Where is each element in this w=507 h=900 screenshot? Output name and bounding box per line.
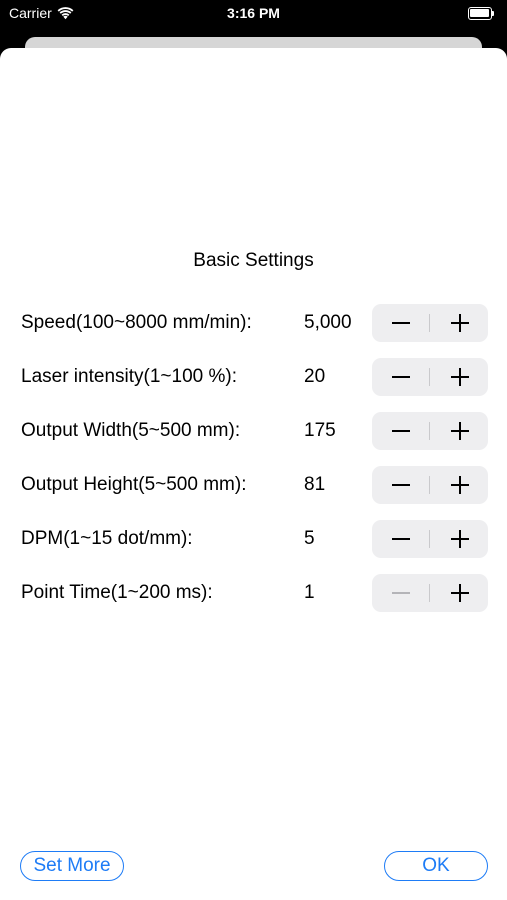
stepper-divider <box>429 476 430 494</box>
minus-icon <box>391 484 410 486</box>
setting-label: Laser intensity(1~100 %): <box>21 366 237 387</box>
increment-button[interactable] <box>431 574 488 612</box>
setting-label: Speed(100~8000 mm/min): <box>21 312 252 333</box>
increment-button[interactable] <box>431 520 488 558</box>
increment-button[interactable] <box>431 412 488 450</box>
decrement-button[interactable] <box>372 412 429 450</box>
setting-row-output-height: Output Height(5~500 mm): 81 <box>0 465 507 505</box>
setting-row-dpm: DPM(1~15 dot/mm): 5 <box>0 519 507 559</box>
increment-button[interactable] <box>431 304 488 342</box>
increment-button[interactable] <box>431 466 488 504</box>
output-width-stepper <box>372 412 488 450</box>
setting-label: DPM(1~15 dot/mm): <box>21 528 193 549</box>
status-time: 3:16 PM <box>227 5 280 21</box>
setting-row-speed: Speed(100~8000 mm/min): 5,000 <box>0 303 507 343</box>
status-bar: Carrier 3:16 PM <box>0 0 507 30</box>
plus-icon <box>450 368 469 386</box>
ok-button[interactable]: OK <box>384 851 488 881</box>
setting-label: Point Time(1~200 ms): <box>21 582 213 603</box>
battery-icon <box>468 7 494 20</box>
laser-intensity-stepper <box>372 358 488 396</box>
decrement-button[interactable] <box>372 466 429 504</box>
setting-value: 1 <box>304 582 315 603</box>
decrement-button[interactable] <box>372 574 429 612</box>
setting-value: 20 <box>304 366 326 387</box>
decrement-button[interactable] <box>372 520 429 558</box>
decrement-button[interactable] <box>372 358 429 396</box>
setting-label: Output Width(5~500 mm): <box>21 420 241 441</box>
minus-icon <box>391 430 410 432</box>
point-time-stepper <box>372 574 488 612</box>
dpm-stepper <box>372 520 488 558</box>
plus-icon <box>450 422 469 440</box>
plus-icon <box>450 584 469 602</box>
plus-icon <box>450 530 469 548</box>
page-title: Basic Settings <box>193 250 314 271</box>
setting-row-output-width: Output Width(5~500 mm): 175 <box>0 411 507 451</box>
set-more-button[interactable]: Set More <box>20 851 124 881</box>
speed-stepper <box>372 304 488 342</box>
minus-icon <box>391 376 410 378</box>
stepper-divider <box>429 368 430 386</box>
stepper-divider <box>429 584 430 602</box>
plus-icon <box>450 314 469 332</box>
minus-icon <box>391 538 410 540</box>
setting-value: 81 <box>304 474 326 495</box>
decrement-button[interactable] <box>372 304 429 342</box>
increment-button[interactable] <box>431 358 488 396</box>
stepper-divider <box>429 530 430 548</box>
stepper-divider <box>429 422 430 440</box>
setting-row-point-time: Point Time(1~200 ms): 1 <box>0 573 507 613</box>
minus-icon <box>391 322 410 324</box>
output-height-stepper <box>372 466 488 504</box>
plus-icon <box>450 476 469 494</box>
stepper-divider <box>429 314 430 332</box>
setting-row-laser-intensity: Laser intensity(1~100 %): 20 <box>0 357 507 397</box>
setting-value: 5,000 <box>304 312 352 333</box>
minus-icon <box>391 592 410 594</box>
setting-value: 5 <box>304 528 315 549</box>
setting-label: Output Height(5~500 mm): <box>21 474 247 495</box>
setting-value: 175 <box>304 420 336 441</box>
